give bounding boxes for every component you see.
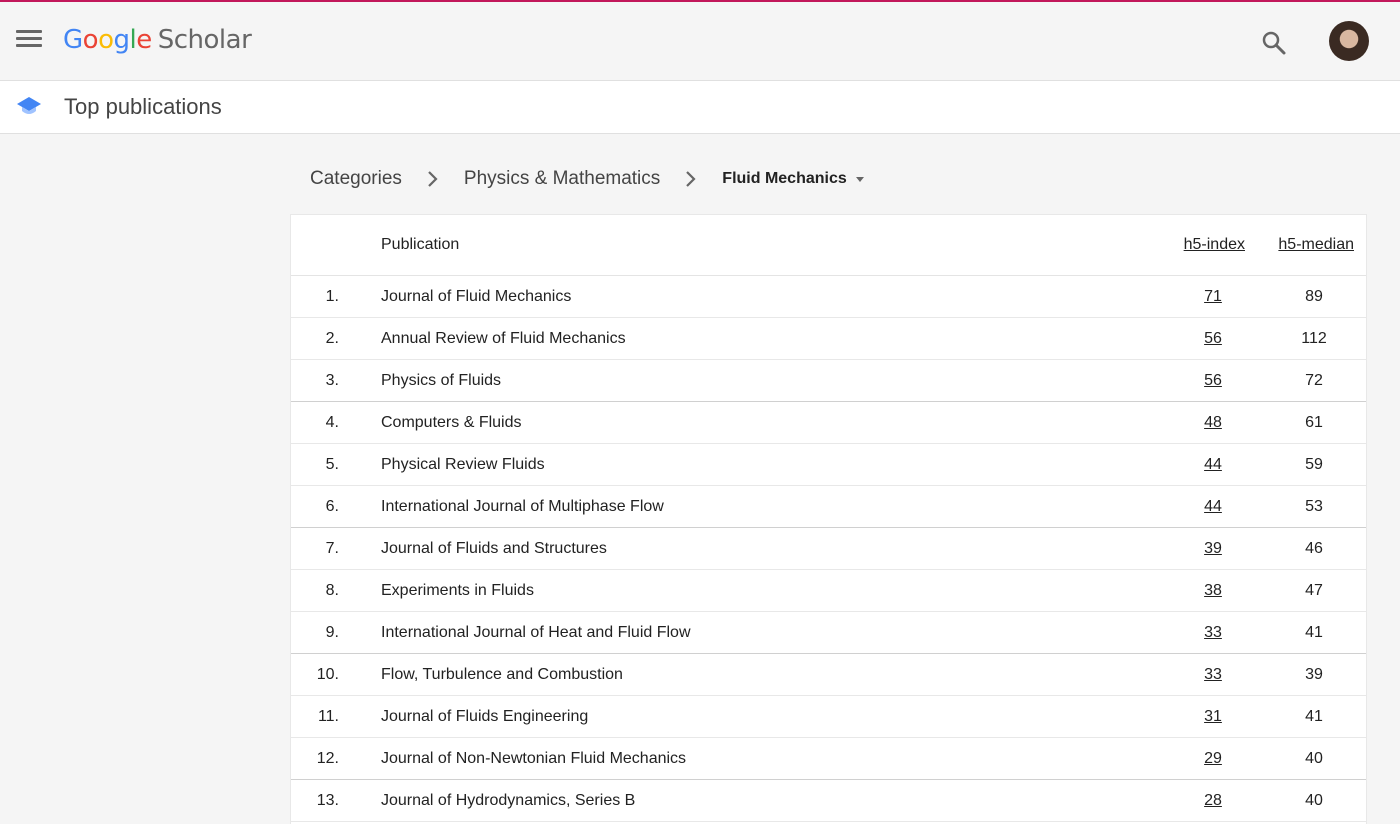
row-h5-index-link[interactable]: 56 bbox=[1193, 330, 1233, 348]
row-h5-index-link[interactable]: 39 bbox=[1193, 540, 1233, 558]
row-h5-median: 53 bbox=[1305, 498, 1323, 515]
row-rank: 11. bbox=[317, 708, 339, 725]
row-publication: International Journal of Multiphase Flow bbox=[381, 498, 664, 515]
row-rank: 12. bbox=[316, 750, 339, 767]
row-h5-median: 40 bbox=[1305, 792, 1323, 809]
row-h5-median: 46 bbox=[1305, 540, 1323, 557]
logo-google: Google bbox=[63, 25, 152, 55]
row-rank: 5. bbox=[325, 456, 339, 473]
row-rank: 2. bbox=[325, 330, 339, 347]
top-bar: Google Scholar bbox=[0, 2, 1400, 81]
row-publication: Journal of Fluid Mechanics bbox=[381, 288, 572, 305]
row-publication: Experiments in Fluids bbox=[381, 582, 534, 599]
chevron-right-icon bbox=[428, 171, 438, 187]
row-rank: 4. bbox=[325, 414, 339, 431]
row-h5-index-link[interactable]: 48 bbox=[1193, 414, 1233, 432]
table-row: 1. Journal of Fluid Mechanics 71 89 bbox=[291, 276, 1366, 318]
row-publication: Journal of Hydrodynamics, Series B bbox=[381, 792, 636, 809]
table-row: 4. Computers & Fluids 48 61 bbox=[291, 402, 1366, 444]
row-rank: 13. bbox=[316, 792, 339, 809]
breadcrumb: Categories Physics & Mathematics Fluid M… bbox=[310, 166, 864, 192]
row-h5-index-link[interactable]: 44 bbox=[1193, 498, 1233, 516]
row-h5-index-link[interactable]: 33 bbox=[1193, 666, 1233, 684]
row-rank: 9. bbox=[325, 624, 339, 641]
row-rank: 6. bbox=[325, 498, 339, 515]
row-h5-median: 59 bbox=[1305, 456, 1323, 473]
graduation-cap-icon[interactable] bbox=[16, 95, 42, 119]
row-h5-median: 61 bbox=[1305, 414, 1323, 431]
row-h5-index-link[interactable]: 44 bbox=[1193, 456, 1233, 474]
row-publication: Annual Review of Fluid Mechanics bbox=[381, 330, 626, 347]
logo-scholar: Scholar bbox=[157, 25, 252, 55]
breadcrumb-current-label: Fluid Mechanics bbox=[722, 170, 847, 187]
table-row: 13. Journal of Hydrodynamics, Series B 28 4… bbox=[291, 780, 1366, 822]
table-row: 8. Experiments in Fluids 38 47 bbox=[291, 570, 1366, 612]
row-h5-median: 40 bbox=[1305, 750, 1323, 767]
table-row: 6. International Journal of Multiphase Fl… bbox=[291, 486, 1366, 528]
row-publication: International Journal of Heat and Fluid … bbox=[381, 624, 691, 641]
table-row: 2. Annual Review of Fluid Mechanics 56 112 bbox=[291, 318, 1366, 360]
table-header: Publication h5-index h5-median bbox=[291, 215, 1366, 276]
search-icon[interactable] bbox=[1261, 30, 1287, 56]
row-rank: 8. bbox=[325, 582, 339, 599]
row-h5-index-link[interactable]: 31 bbox=[1193, 708, 1233, 726]
publications-table: Publication h5-index h5-median 1. Journal… bbox=[290, 214, 1367, 824]
row-publication: Journal of Fluids and Structures bbox=[381, 540, 607, 557]
table-row: 3. Physics of Fluids 56 72 bbox=[291, 360, 1366, 402]
row-publication: Computers & Fluids bbox=[381, 414, 522, 431]
row-publication: Journal of Fluids Engineering bbox=[381, 708, 589, 725]
row-publication: Journal of Non-Newtonian Fluid Mechanics bbox=[381, 750, 687, 767]
row-h5-median: 39 bbox=[1305, 666, 1323, 683]
row-h5-median: 112 bbox=[1301, 330, 1327, 347]
breadcrumb-physics-mathematics[interactable]: Physics & Mathematics bbox=[464, 168, 660, 190]
row-h5-index-link[interactable]: 29 bbox=[1193, 750, 1233, 768]
table-row: 5. Physical Review Fluids 44 59 bbox=[291, 444, 1366, 486]
avatar[interactable] bbox=[1329, 21, 1369, 61]
row-h5-median: 72 bbox=[1305, 372, 1323, 389]
breadcrumb-categories[interactable]: Categories bbox=[310, 168, 402, 190]
header-h5-index[interactable]: h5-index bbox=[1184, 236, 1245, 254]
table-row: 7. Journal of Fluids and Structures 39 46 bbox=[291, 528, 1366, 570]
table-row: 11. Journal of Fluids Engineering 31 41 bbox=[291, 696, 1366, 738]
caret-down-icon bbox=[855, 176, 864, 182]
row-rank: 7. bbox=[325, 540, 339, 557]
row-h5-median: 41 bbox=[1305, 708, 1323, 725]
row-h5-index-link[interactable]: 38 bbox=[1193, 582, 1233, 600]
table-row: 9. International Journal of Heat and Flui… bbox=[291, 612, 1366, 654]
row-rank: 1. bbox=[325, 288, 339, 305]
row-publication: Flow, Turbulence and Combustion bbox=[381, 666, 623, 683]
row-h5-median: 41 bbox=[1305, 624, 1323, 641]
row-h5-index-link[interactable]: 28 bbox=[1193, 792, 1233, 810]
row-rank: 10. bbox=[316, 666, 339, 683]
google-scholar-logo[interactable]: Google Scholar bbox=[63, 22, 252, 62]
header-h5-median[interactable]: h5-median bbox=[1278, 236, 1354, 254]
row-h5-index-link[interactable]: 56 bbox=[1193, 372, 1233, 390]
menu-icon[interactable] bbox=[16, 30, 42, 50]
page-title: Top publications bbox=[64, 94, 222, 119]
breadcrumb-current-dropdown[interactable]: Fluid Mechanics bbox=[722, 170, 864, 188]
row-h5-index-link[interactable]: 33 bbox=[1193, 624, 1233, 642]
page-header: Top publications bbox=[0, 81, 1400, 134]
row-h5-median: 47 bbox=[1305, 582, 1323, 599]
table-row: 12. Journal of Non-Newtonian Fluid Mechan… bbox=[291, 738, 1366, 780]
row-publication: Physics of Fluids bbox=[381, 372, 502, 389]
table-row: 10. Flow, Turbulence and Combustion 33 39 bbox=[291, 654, 1366, 696]
chevron-right-icon bbox=[686, 171, 696, 187]
row-h5-median: 89 bbox=[1305, 288, 1323, 305]
row-h5-index-link[interactable]: 71 bbox=[1193, 288, 1233, 306]
row-publication: Physical Review Fluids bbox=[381, 456, 545, 473]
row-rank: 3. bbox=[325, 372, 339, 389]
header-publication: Publication bbox=[381, 236, 460, 253]
